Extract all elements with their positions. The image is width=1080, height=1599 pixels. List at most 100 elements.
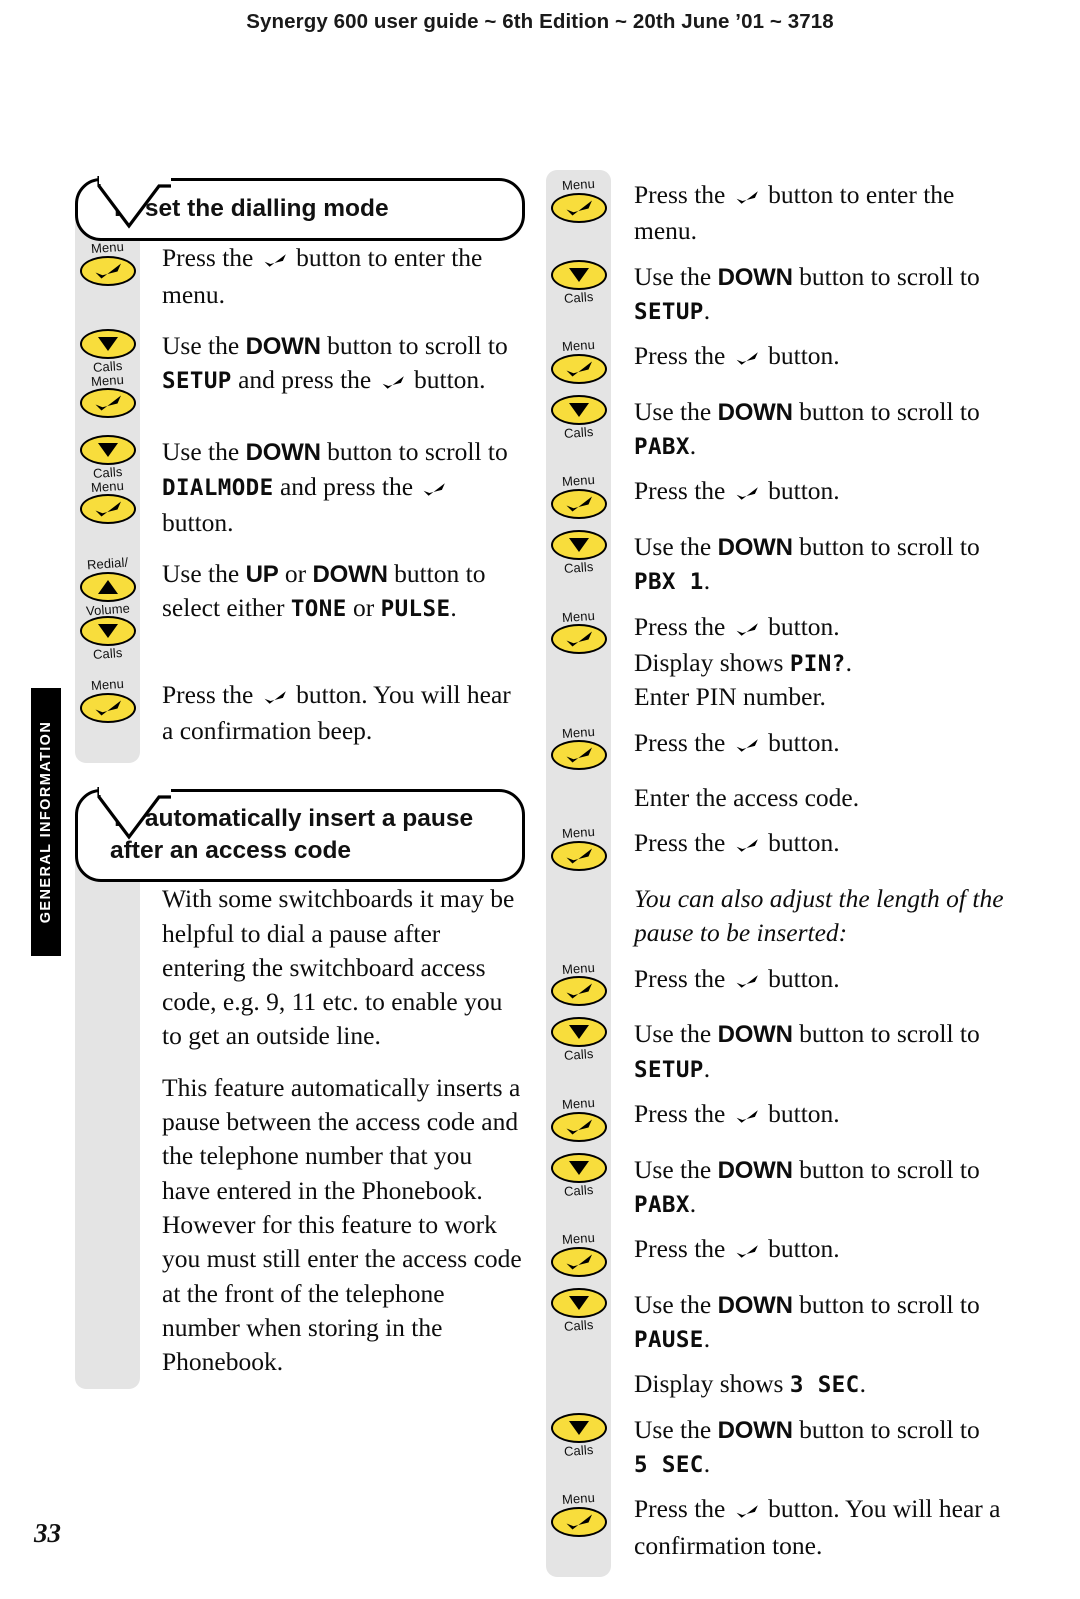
tick-button-icon[interactable]: Menu [550,1490,607,1537]
key-oval[interactable] [550,976,607,1007]
tick-inline-icon [734,728,760,762]
key-oval[interactable] [550,1506,607,1537]
down-arrow-button-icon[interactable]: Calls [550,1152,607,1199]
lcd-display-text: PAUSE [634,1327,704,1354]
down-arrow-button-icon[interactable]: Calls [550,1287,607,1334]
step-row: Menu Press the button. [546,1095,1006,1142]
key-caption-above: Menu [561,1230,596,1248]
key-caption-above: Menu [561,607,596,625]
key-oval[interactable] [550,841,607,872]
key-caption-above: Redial/ [86,554,129,573]
key-oval[interactable] [550,1111,607,1142]
key-oval[interactable] [550,1152,607,1183]
right-column: Menu Press the button to enter the menu. C… [546,170,1006,1577]
key-oval[interactable] [550,192,607,223]
lcd-display-text: TONE [290,596,347,623]
running-header: Synergy 600 user guide ~ 6th Edition ~ 2… [246,10,834,33]
step-text: Press the button to enter the menu. [634,180,955,246]
key-caption-below: Calls [563,1316,594,1334]
button-name-emphasis: DOWN [245,439,321,467]
step-text: Press the button. You will hear a confir… [162,680,511,746]
tick-button-icon[interactable]: Menu [550,723,607,771]
tick-button-icon[interactable]: Menu [79,478,136,525]
step-text: Press the button. [611,474,1006,510]
tick-button-icon[interactable]: Menu [550,337,607,384]
tick-button-icon[interactable]: Menu [550,824,607,872]
left-paragraphs: With some switchboards it may be helpful… [75,882,525,1379]
key-oval[interactable] [550,530,607,561]
down-arrow-button-icon[interactable]: Calls [550,1017,607,1063]
step-row: Menu Press the button. You will hear a co… [75,676,525,749]
button-name-emphasis: DOWN [245,332,321,360]
step-text: Press the button. [611,1232,1006,1268]
key-oval[interactable] [550,1017,607,1048]
tick-button-icon[interactable]: Menu [79,371,136,419]
key-oval[interactable] [550,353,607,384]
key-oval[interactable] [79,692,136,723]
key-caption-below: Calls [563,423,594,441]
key-oval[interactable] [79,255,136,286]
step-key-group: Menu [546,1095,611,1142]
step-row: Redial/Volume Calls Use the UP or DOWN but… [75,554,525,662]
step-key-group: Menu [546,176,611,223]
tick-button-icon[interactable]: Menu [550,1230,607,1277]
key-oval[interactable] [550,1246,607,1277]
step-row: Calls Use the DOWN button to scroll to PA… [546,1152,1006,1222]
tick-button-icon[interactable]: Menu [550,1095,607,1142]
down-arrow-button-icon[interactable]: Calls [79,435,136,481]
down-arrow-button-icon[interactable]: Calls [550,1412,607,1459]
left-column: To set the dialling mode Menu Press the b… [75,174,525,1396]
key-oval[interactable] [550,259,607,290]
step-row: Calls Menu Use the DOWN button to scroll t… [75,435,525,540]
key-caption-above: Menu [90,371,125,389]
step-row: Menu Press the button. [546,824,1006,872]
key-oval[interactable] [79,388,136,419]
step-key-group: Menu [75,676,140,723]
key-oval[interactable] [550,1412,607,1443]
step-key-group: Calls [546,259,611,306]
key-oval[interactable] [79,435,136,466]
step-text: Press the button. [611,1097,1006,1133]
down-arrow-button-icon[interactable]: Calls [550,394,607,441]
down-arrow-button-icon[interactable]: Calls [550,530,607,576]
key-oval[interactable] [550,489,607,520]
step-text: Display shows 3 SEC. [634,1369,866,1399]
step-text: Press the button. [611,826,1006,862]
tick-inline-icon [734,1234,760,1268]
lcd-display-text: 3 SEC [789,1372,860,1399]
step-text: Use the DOWN button to scroll to PAUSE. [634,1289,980,1354]
tick-inline-icon [734,1099,760,1133]
lcd-display-text: DIALMODE [162,474,274,501]
key-oval[interactable] [79,571,136,602]
key-oval[interactable] [550,740,607,771]
tick-button-icon[interactable]: Menu [79,239,136,286]
key-oval[interactable] [79,328,136,359]
tick-button-icon[interactable]: Menu [79,676,136,723]
key-oval[interactable] [550,394,607,425]
up-arrow-button-icon[interactable]: Redial/Volume [79,554,136,618]
down-arrow-button-icon[interactable]: Calls [79,328,136,375]
key-oval[interactable] [79,494,136,525]
tick-button-icon[interactable]: Menu [550,472,607,520]
lcd-display-text: PABX [634,1191,690,1218]
tick-inline-icon [734,476,760,510]
tick-button-icon[interactable]: Menu [550,607,607,655]
step-row: Menu Press the button. [546,960,1006,1007]
down-arrow-button-icon[interactable]: Calls [79,616,136,662]
step-row: Menu Press the button to enter the menu. [75,239,525,312]
key-oval[interactable] [550,624,607,655]
tick-button-icon[interactable]: Menu [550,960,607,1007]
key-oval[interactable] [550,1287,607,1318]
key-oval[interactable] [79,616,136,647]
step-row: Calls Use the DOWN button to scroll to PA… [546,394,1006,464]
step-text: Use the DOWN button to scroll to SETUP. [634,261,980,325]
step-text: Press the button to enter the menu. [162,243,483,309]
step-row: Menu Press the button. [546,723,1006,771]
tick-inline-icon [734,341,760,375]
step-key-group: Calls [546,530,611,576]
step-text: Use the DOWN button to scroll to SETUP. [634,1019,980,1083]
step-text: Press the button. Display shows PIN?. Ente… [634,611,853,712]
tick-button-icon[interactable]: Menu [550,176,607,223]
down-arrow-button-icon[interactable]: Calls [550,259,607,306]
lcd-display-text: SETUP [162,368,232,395]
